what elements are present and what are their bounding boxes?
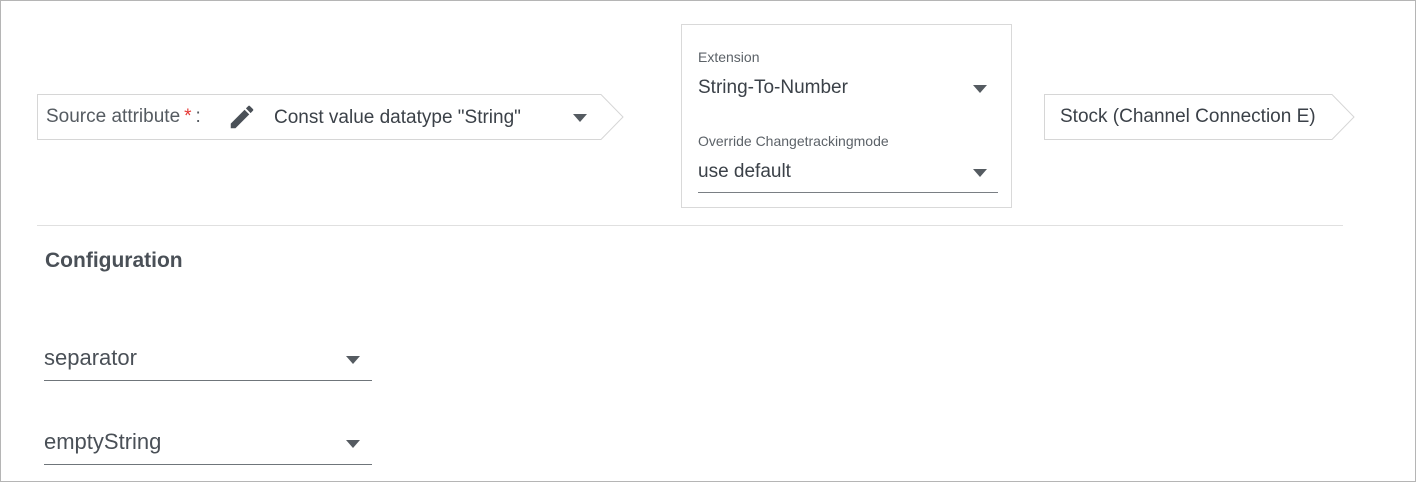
label-colon: : [195, 106, 201, 127]
source-dropdown-caret-icon[interactable] [572, 113, 588, 123]
pencil-icon[interactable] [227, 102, 257, 132]
separator-underline [44, 380, 372, 381]
tracking-mode-select-value[interactable]: use default [698, 161, 791, 183]
extension-dropdown-caret-icon[interactable] [972, 84, 988, 94]
source-label-text: Source attribute [46, 106, 181, 127]
extension-label: Extension [698, 49, 760, 65]
source-attribute-value[interactable]: Const value datatype "String" [274, 107, 521, 129]
empty-string-dropdown-caret-icon[interactable] [345, 439, 361, 449]
required-indicator: * [184, 106, 192, 127]
extension-panel: Extension String-To-Number Override Chan… [681, 24, 1012, 208]
tracking-mode-dropdown-caret-icon[interactable] [972, 168, 988, 178]
tracking-mode-label: Override Changetrackingmode [698, 133, 889, 149]
section-divider [37, 225, 1343, 226]
separator-dropdown-caret-icon[interactable] [345, 355, 361, 365]
separator-select[interactable]: separator [44, 341, 372, 381]
separator-select-value[interactable]: separator [44, 345, 137, 371]
extension-select-value[interactable]: String-To-Number [698, 77, 848, 99]
tracking-mode-underline [698, 192, 998, 193]
target-attribute-box[interactable]: Stock (Channel Connection E) [1044, 94, 1358, 140]
empty-string-select[interactable]: emptyString [44, 425, 372, 465]
configuration-title: Configuration [45, 249, 183, 272]
source-attribute-label: Source attribute *: [46, 106, 201, 128]
source-attribute-box[interactable]: Source attribute *: Const value datatype … [37, 94, 625, 140]
empty-string-underline [44, 464, 372, 465]
empty-string-select-value[interactable]: emptyString [44, 429, 161, 455]
target-attribute-label: Stock (Channel Connection E) [1060, 106, 1316, 127]
